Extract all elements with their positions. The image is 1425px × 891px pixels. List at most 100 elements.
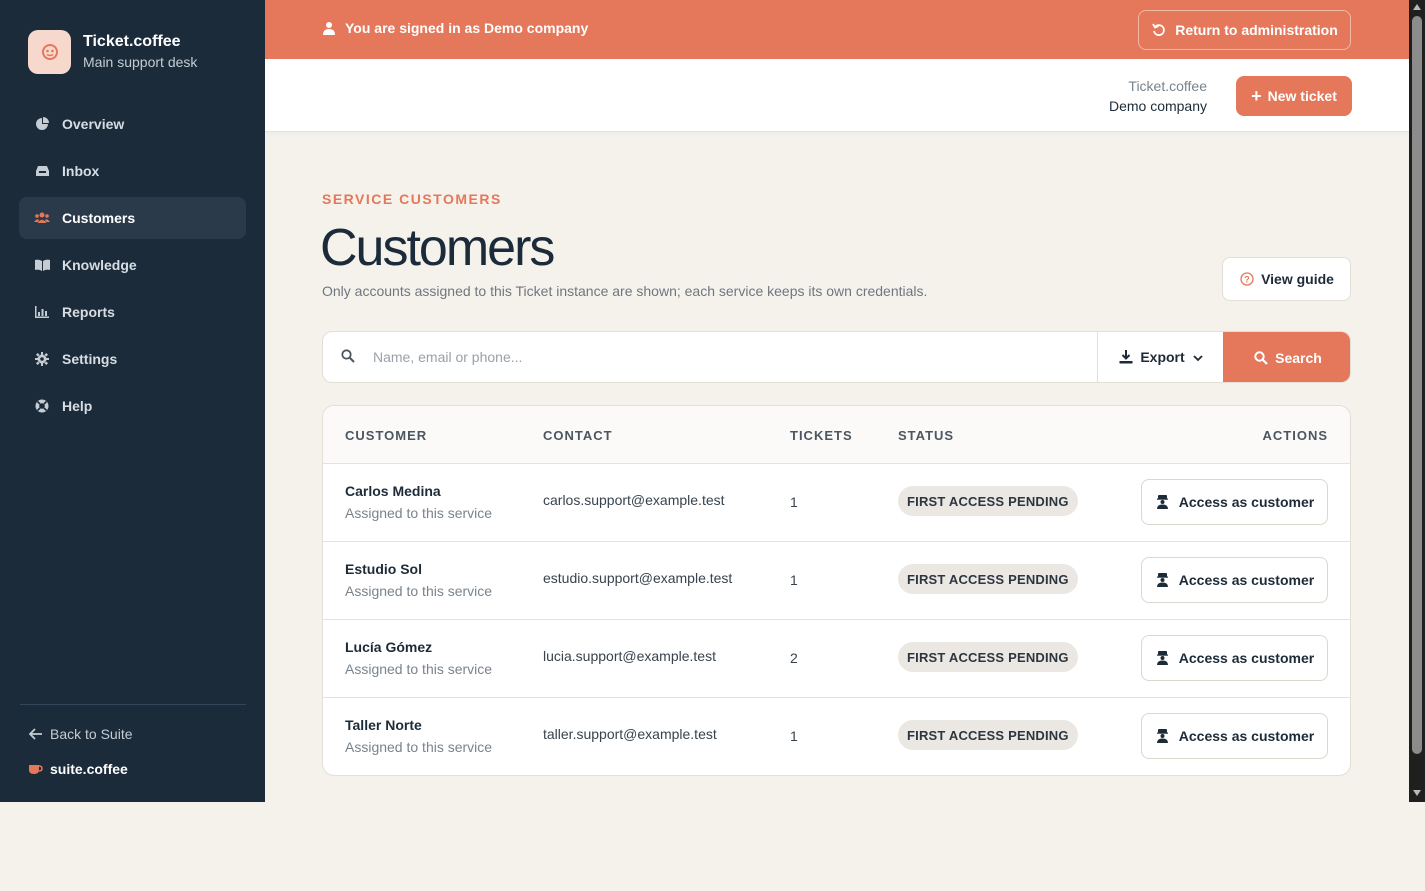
customer-ticket-count: 1 <box>790 572 798 588</box>
customer-name: Estudio Sol <box>345 561 422 577</box>
scrollbar-thumb[interactable] <box>1412 16 1422 754</box>
sidebar-item-label: Customers <box>62 210 136 226</box>
book-icon <box>34 257 50 273</box>
lifebuoy-icon <box>34 398 50 414</box>
brand-logo-icon <box>28 30 71 74</box>
user-icon <box>321 20 337 36</box>
brand-name: Ticket.coffee <box>83 33 181 50</box>
page-scrollbar[interactable] <box>1409 0 1425 802</box>
search-input[interactable] <box>373 332 1093 382</box>
sidebar-item-customers[interactable]: Customers <box>19 197 246 239</box>
search-icon <box>1253 350 1269 366</box>
status-badge: FIRST ACCESS PENDING <box>898 642 1078 672</box>
org-product: Ticket.coffee <box>1128 78 1207 94</box>
search-button[interactable]: Search <box>1223 332 1350 382</box>
search-icon <box>341 349 355 368</box>
topbar: Ticket.coffee Demo company + New ticket <box>265 59 1409 132</box>
table-row: Carlos Medina Assigned to this service c… <box>323 464 1350 542</box>
view-guide-label: View guide <box>1261 271 1334 287</box>
search-label: Search <box>1275 350 1322 366</box>
sidebar-item-label: Overview <box>62 116 125 132</box>
customer-ticket-count: 2 <box>790 650 798 666</box>
organization-info: Ticket.coffee Demo company <box>1109 76 1207 116</box>
access-as-customer-button[interactable]: Access as customer <box>1141 713 1328 759</box>
sidebar-item-overview[interactable]: Overview <box>19 103 246 145</box>
table-header: CUSTOMER CONTACT TICKETS STATUS ACTIONS <box>323 406 1350 464</box>
sidebar-item-label: Help <box>62 398 93 414</box>
column-header-status[interactable]: STATUS <box>898 428 954 443</box>
customer-name: Carlos Medina <box>345 483 441 499</box>
user-secret-icon <box>1155 572 1171 588</box>
undo-icon <box>1151 22 1167 38</box>
arrow-left-icon <box>27 726 43 742</box>
page-description: Only accounts assigned to this Ticket in… <box>322 283 928 299</box>
customer-ticket-count: 1 <box>790 494 798 510</box>
status-badge: FIRST ACCESS PENDING <box>898 486 1078 516</box>
access-label: Access as customer <box>1178 728 1315 744</box>
access-label: Access as customer <box>1178 494 1315 510</box>
suite-logo[interactable]: suite.coffee <box>27 761 128 777</box>
chevron-down-icon <box>1193 349 1203 365</box>
brand-subtitle: Main support desk <box>83 54 198 70</box>
main-content: You are signed in as Demo company Return… <box>265 0 1409 802</box>
access-as-customer-button[interactable]: Access as customer <box>1141 557 1328 603</box>
table-row: Taller Norte Assigned to this service ta… <box>323 698 1350 775</box>
sidebar-item-help[interactable]: Help <box>19 385 246 427</box>
search-bar: Export Search <box>322 331 1351 383</box>
scroll-up-arrow-icon[interactable] <box>1413 4 1421 10</box>
sidebar-item-label: Knowledge <box>62 257 137 273</box>
sidebar-item-inbox[interactable]: Inbox <box>19 150 246 192</box>
page-eyebrow: SERVICE CUSTOMERS <box>322 191 502 207</box>
impersonation-banner: You are signed in as Demo company Return… <box>265 0 1409 59</box>
scroll-down-arrow-icon[interactable] <box>1413 790 1421 796</box>
bar-chart-icon <box>34 304 50 320</box>
sidebar-nav: Overview Inbox Customers Knowledge Repor… <box>19 103 246 432</box>
sidebar-item-settings[interactable]: Settings <box>19 338 246 380</box>
column-header-actions: ACTIONS <box>1262 428 1328 443</box>
customer-assignment: Assigned to this service <box>345 739 493 755</box>
customer-ticket-count: 1 <box>790 728 798 744</box>
customer-assignment: Assigned to this service <box>345 505 493 521</box>
customer-name: Lucía Gómez <box>345 639 433 655</box>
svg-text:?: ? <box>1244 275 1250 285</box>
pie-chart-icon <box>34 116 50 132</box>
access-label: Access as customer <box>1178 572 1315 588</box>
customer-contact: carlos.support@example.test <box>543 492 725 508</box>
sidebar-item-label: Inbox <box>62 163 100 179</box>
back-to-suite-link[interactable]: Back to Suite <box>27 726 133 742</box>
banner-text: You are signed in as Demo company <box>345 20 589 36</box>
table-row: Estudio Sol Assigned to this service est… <box>323 542 1350 620</box>
customer-assignment: Assigned to this service <box>345 661 493 677</box>
gear-icon <box>34 351 50 367</box>
brand[interactable]: Ticket.coffee Main support desk <box>28 30 197 74</box>
customers-table: CUSTOMER CONTACT TICKETS STATUS ACTIONS … <box>322 405 1351 776</box>
access-as-customer-button[interactable]: Access as customer <box>1141 635 1328 681</box>
inbox-icon <box>34 163 50 179</box>
user-secret-icon <box>1155 494 1171 510</box>
download-icon <box>1118 349 1134 365</box>
column-header-contact[interactable]: CONTACT <box>543 428 613 443</box>
return-to-administration-button[interactable]: Return to administration <box>1138 10 1351 50</box>
sidebar-item-label: Settings <box>62 351 118 367</box>
view-guide-button[interactable]: ? View guide <box>1222 257 1351 301</box>
customer-assignment: Assigned to this service <box>345 583 493 599</box>
export-button[interactable]: Export <box>1097 332 1223 382</box>
status-badge: FIRST ACCESS PENDING <box>898 564 1078 594</box>
coffee-cup-icon <box>27 761 43 777</box>
org-company: Demo company <box>1108 98 1207 114</box>
sidebar-item-reports[interactable]: Reports <box>19 291 246 333</box>
column-header-customer[interactable]: CUSTOMER <box>345 428 427 443</box>
new-ticket-button[interactable]: + New ticket <box>1236 76 1352 116</box>
back-to-suite-label: Back to Suite <box>50 726 133 742</box>
access-label: Access as customer <box>1178 650 1315 666</box>
status-badge: FIRST ACCESS PENDING <box>898 720 1078 750</box>
access-as-customer-button[interactable]: Access as customer <box>1141 479 1328 525</box>
column-header-tickets[interactable]: TICKETS <box>790 428 853 443</box>
customer-contact: estudio.support@example.test <box>543 570 733 586</box>
customer-name: Taller Norte <box>345 717 422 733</box>
user-secret-icon <box>1155 650 1171 666</box>
sidebar-divider <box>20 704 246 705</box>
export-label: Export <box>1140 349 1185 365</box>
table-row: Lucía Gómez Assigned to this service luc… <box>323 620 1350 698</box>
sidebar-item-knowledge[interactable]: Knowledge <box>19 244 246 286</box>
